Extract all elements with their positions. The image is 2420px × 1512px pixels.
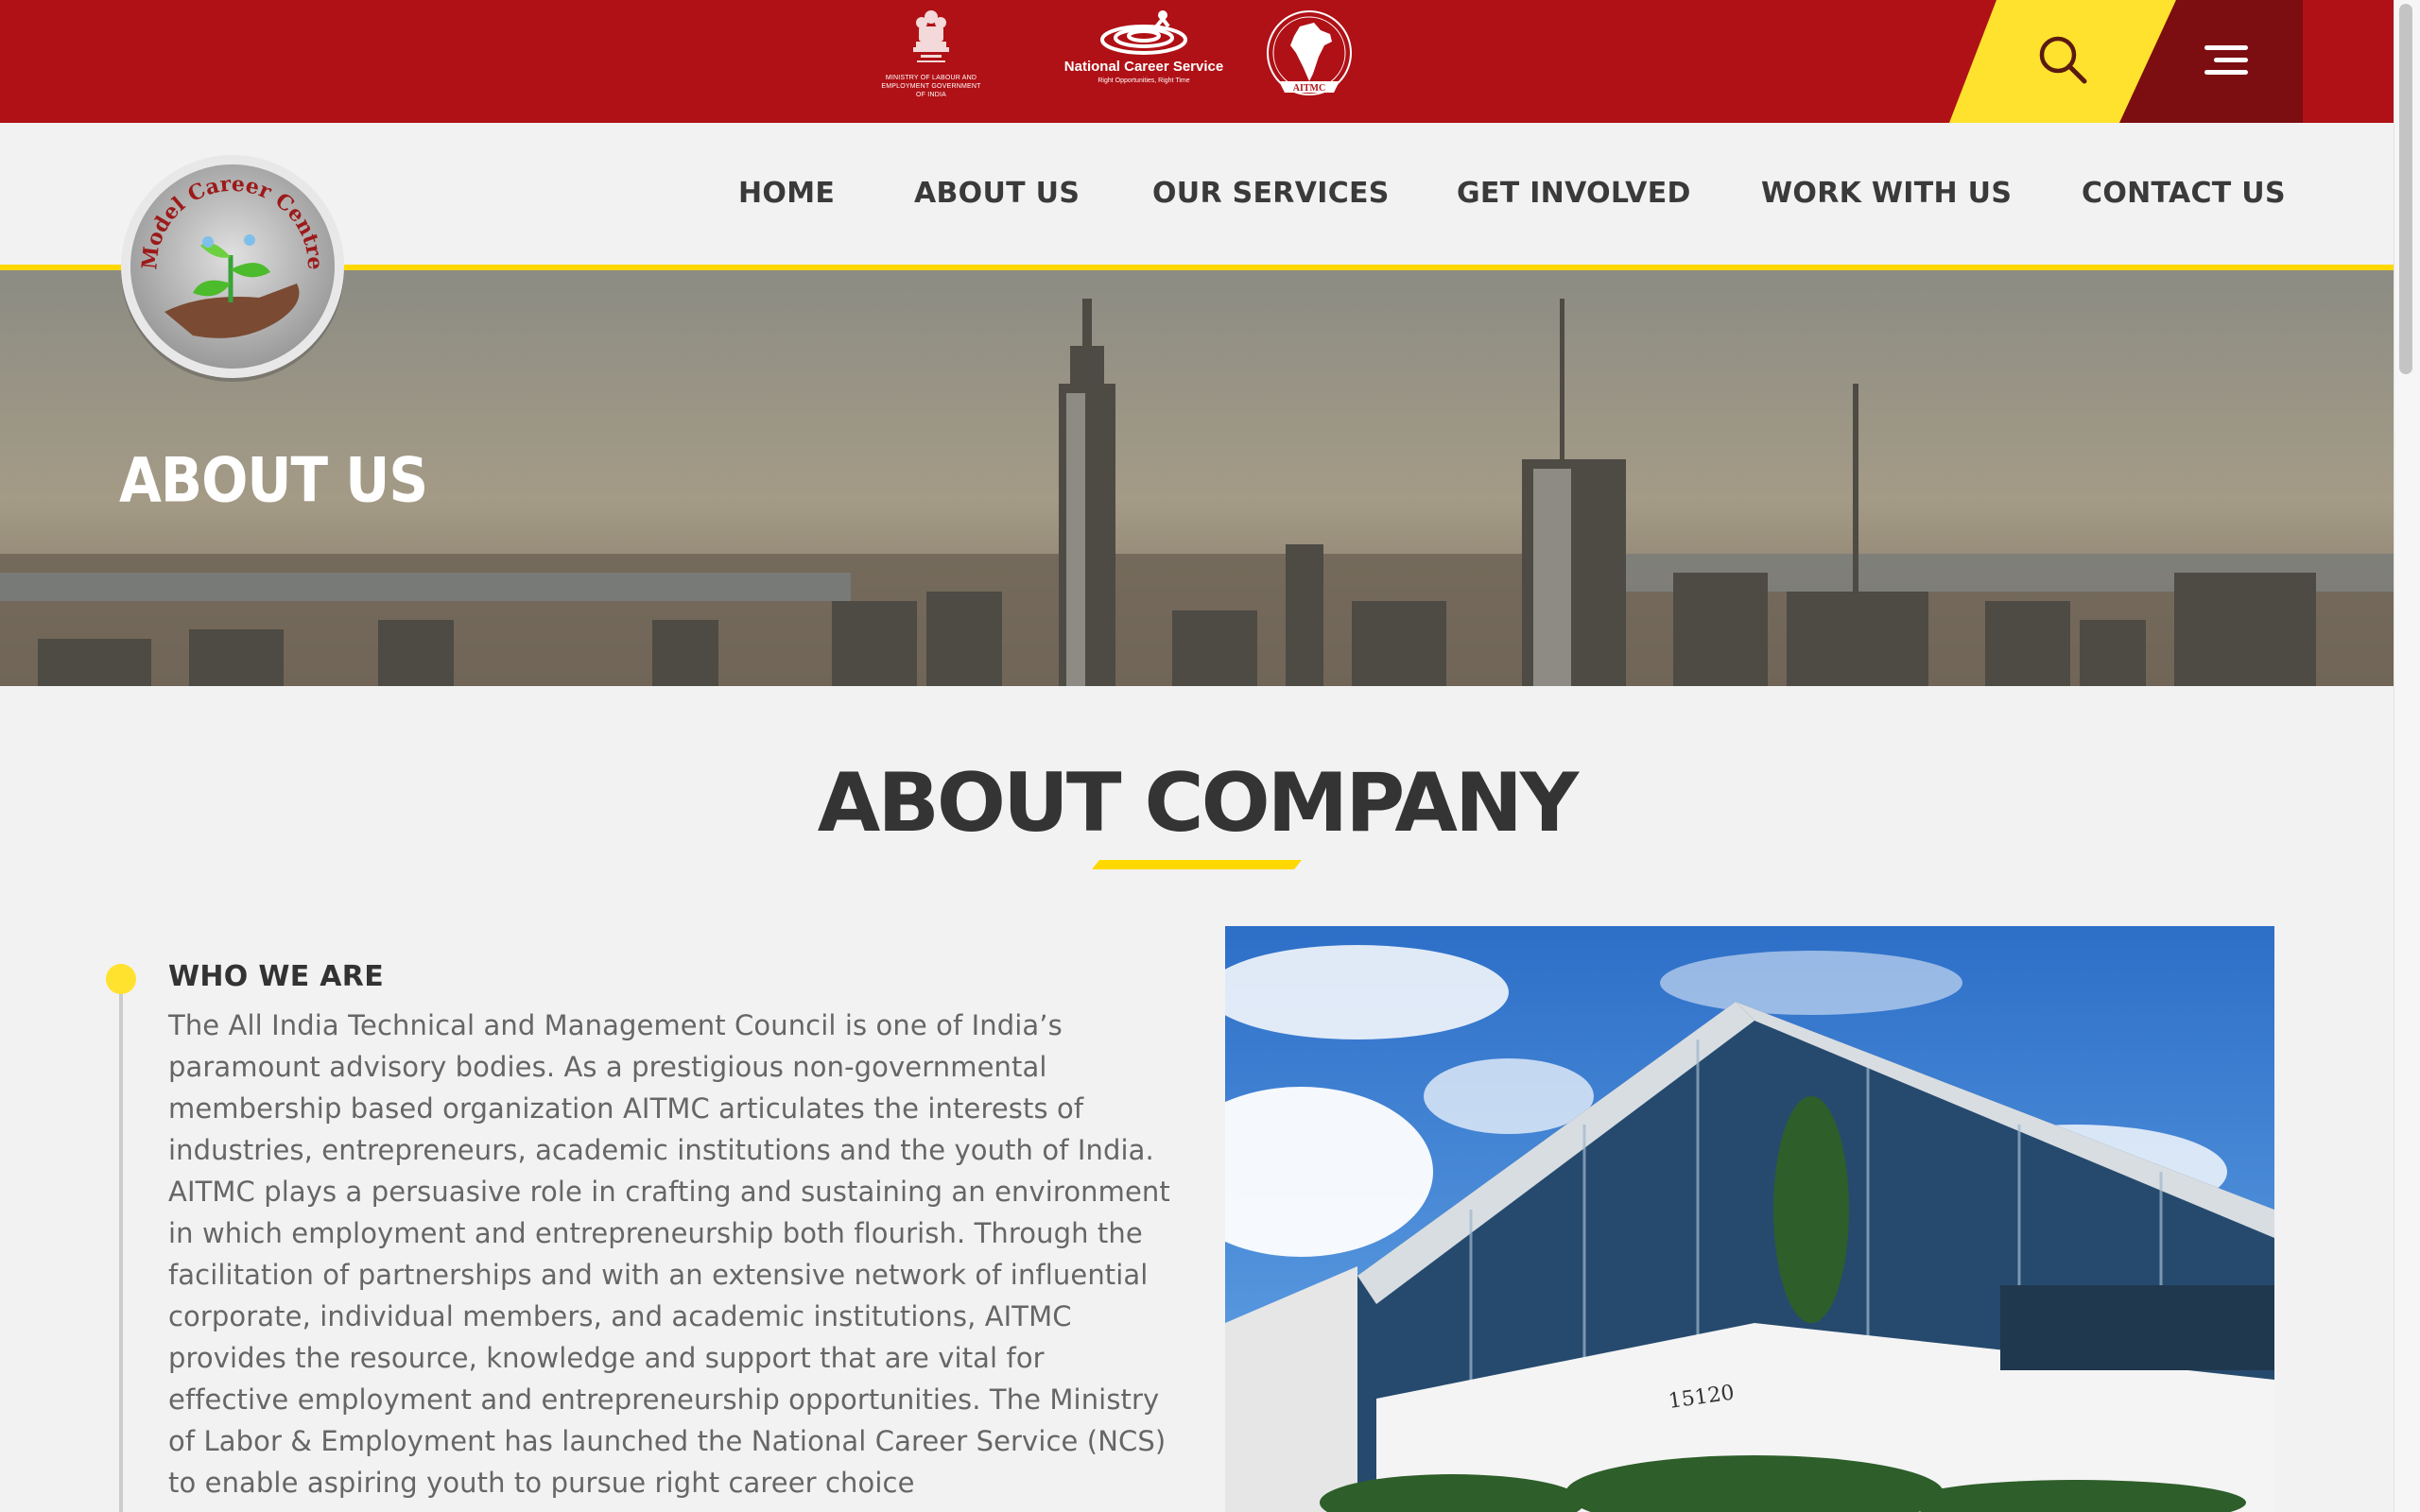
who-we-are-paragraph: The All India Technical and Management C… <box>168 1009 1170 1499</box>
nav-home[interactable]: HOME <box>738 177 835 210</box>
office-building-image: 15120 <box>1225 926 2274 1512</box>
ashoka-emblem-icon <box>913 10 949 62</box>
hero-title: ABOUT US <box>119 444 428 517</box>
timeline-dot <box>106 964 136 994</box>
nav-contact-us[interactable]: CONTACT US <box>2082 177 2286 210</box>
nav-our-services[interactable]: OUR SERVICES <box>1152 177 1390 210</box>
ncs-logo[interactable]: National Career Service Right Opportunit… <box>1064 8 1223 84</box>
ncs-title: National Career Service <box>1063 59 1224 75</box>
search-icon[interactable] <box>2037 34 2088 85</box>
scrollbar-thumb[interactable] <box>2399 4 2412 374</box>
hamburger-menu-icon[interactable] <box>2201 42 2250 79</box>
aitmc-logo[interactable]: AITMC <box>1257 8 1361 102</box>
nav-get-involved[interactable]: GET INVOLVED <box>1457 177 1691 210</box>
emblem-caption: MINISTRY OF LABOUR AND EMPLOYMENT GOVERN… <box>881 75 981 98</box>
ncs-tagline: Right Opportunities, Right Time <box>1098 77 1190 84</box>
nav-menu: HOME ABOUT US OUR SERVICES GET INVOLVED … <box>0 177 2394 215</box>
section-heading: ABOUT COMPANY <box>817 756 1579 850</box>
timeline-line <box>119 978 123 1512</box>
govt-emblem-logo[interactable]: MINISTRY OF LABOUR AND EMPLOYMENT GOVERN… <box>879 8 983 99</box>
model-career-centre-logo[interactable]: Model Career Centre <box>117 151 348 382</box>
nav-work-with-us[interactable]: WORK WITH US <box>1761 177 2012 210</box>
heading-underline <box>1092 860 1302 869</box>
ncs-swirl-icon <box>1100 10 1187 55</box>
aitmc-india-map-icon: AITMC <box>1267 10 1352 95</box>
who-we-are-title: WHO WE ARE <box>168 960 384 993</box>
main-navbar: HOME ABOUT US OUR SERVICES GET INVOLVED … <box>0 123 2394 265</box>
nav-about-us[interactable]: ABOUT US <box>914 177 1080 210</box>
aitmc-label: AITMC <box>1293 83 1325 94</box>
